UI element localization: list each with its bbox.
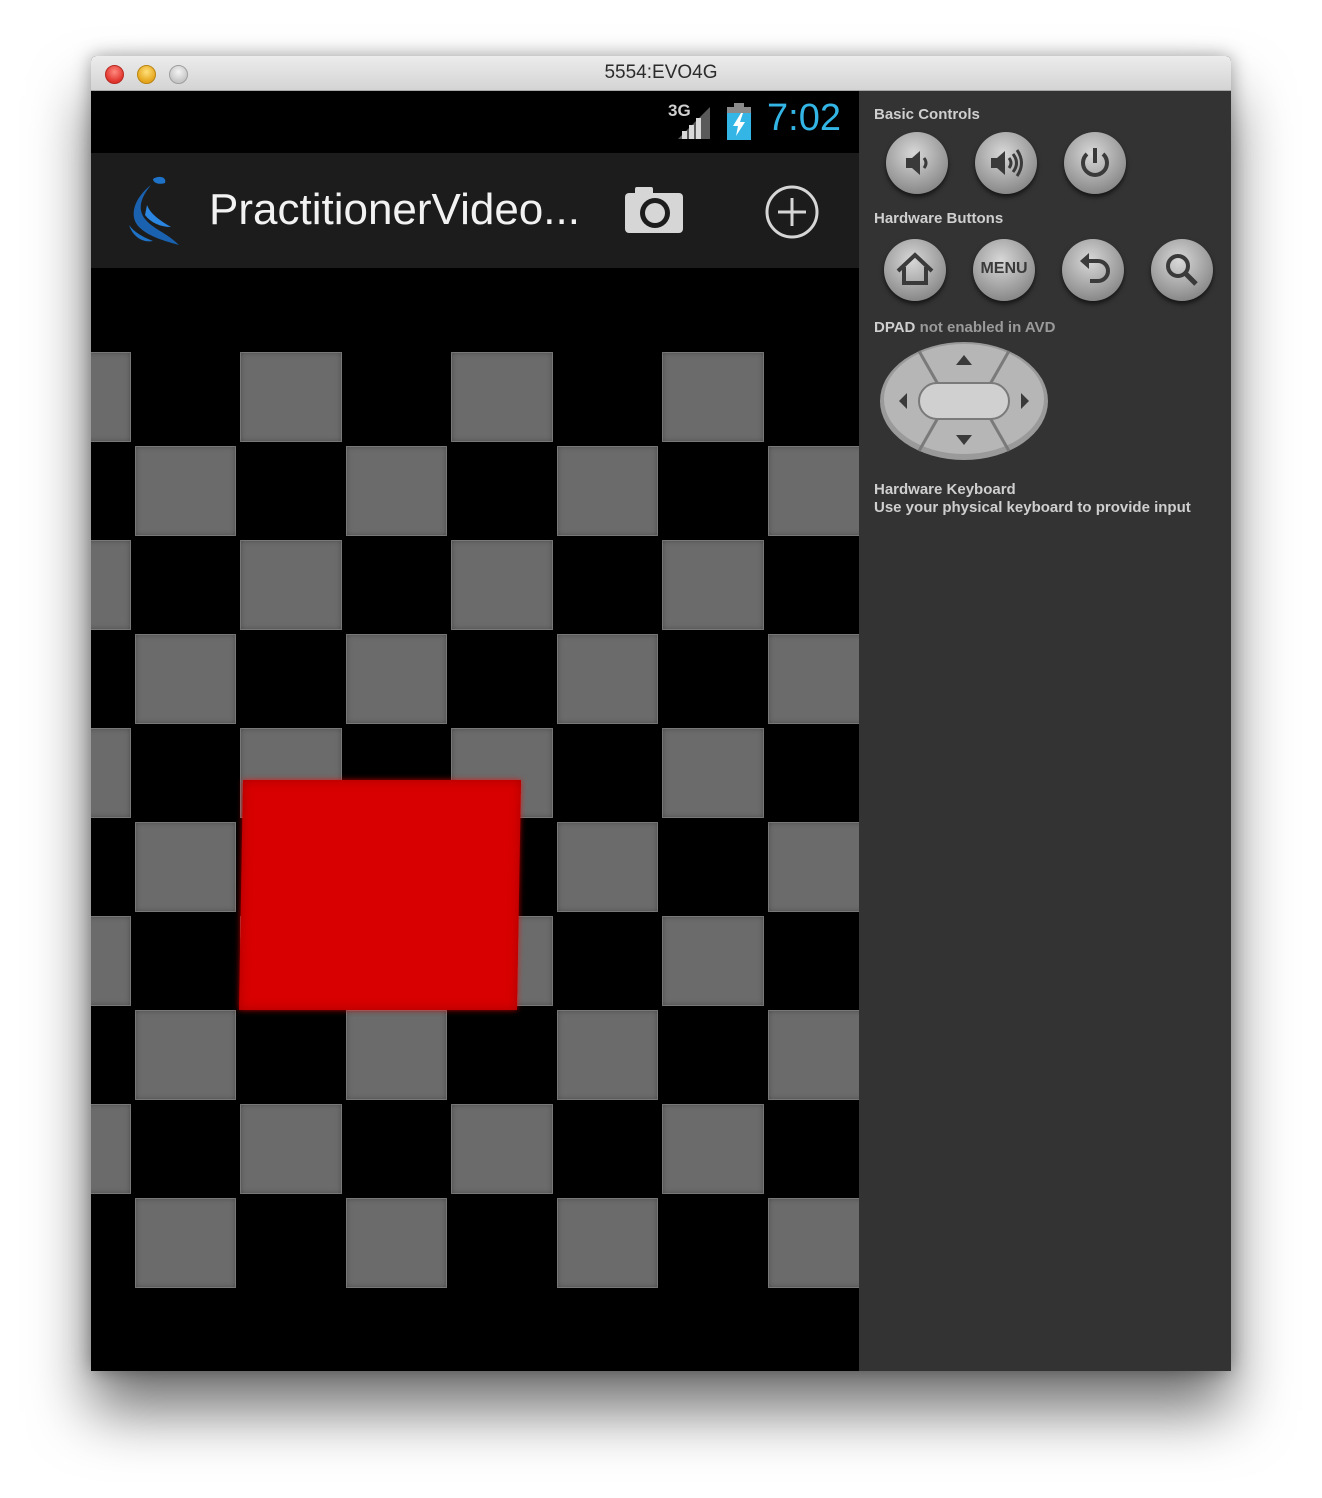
checker-square bbox=[134, 1198, 236, 1288]
camera-icon[interactable] bbox=[621, 181, 691, 241]
volume-down-button[interactable] bbox=[886, 132, 948, 194]
window-titlebar[interactable]: 5554:EVO4G bbox=[91, 56, 1231, 91]
hardware-keyboard-label: Hardware Keyboard bbox=[874, 481, 1016, 498]
hardware-buttons-label: Hardware Buttons bbox=[874, 210, 1004, 227]
zoom-window-button[interactable] bbox=[169, 65, 188, 84]
window-title: 5554:EVO4G bbox=[604, 62, 718, 83]
checker-square bbox=[451, 540, 553, 630]
checker-square bbox=[134, 634, 236, 724]
checker-square bbox=[91, 1104, 131, 1194]
menu-button[interactable]: MENU bbox=[973, 239, 1035, 301]
checker-square bbox=[240, 540, 342, 630]
volume-down-icon bbox=[906, 151, 928, 175]
checker-square bbox=[134, 1010, 236, 1100]
add-icon[interactable] bbox=[761, 181, 823, 243]
checkerboard-pattern bbox=[91, 350, 859, 1290]
checker-square bbox=[662, 352, 764, 442]
search-icon bbox=[1166, 254, 1198, 286]
checker-square bbox=[662, 916, 764, 1006]
checker-square bbox=[556, 634, 658, 724]
checker-square bbox=[556, 446, 658, 536]
battery-charging-icon bbox=[727, 103, 751, 140]
checker-square bbox=[767, 446, 859, 536]
dpad-control[interactable] bbox=[879, 341, 1049, 461]
emulator-controls-panel: Basic Controls Hardware Buttons MENU DPA… bbox=[859, 91, 1231, 1371]
checker-square bbox=[556, 1198, 658, 1288]
checker-square bbox=[240, 352, 342, 442]
dpad-label-text: DPAD bbox=[874, 319, 916, 336]
hardware-keyboard-hint: Use your physical keyboard to provide in… bbox=[874, 499, 1191, 516]
checker-square bbox=[556, 1010, 658, 1100]
status-bar: 3G 7:02 bbox=[91, 91, 859, 153]
basic-controls-label: Basic Controls bbox=[874, 106, 980, 123]
checker-square bbox=[767, 1198, 859, 1288]
checker-square bbox=[91, 540, 131, 630]
checker-square bbox=[345, 1198, 447, 1288]
search-button[interactable] bbox=[1151, 239, 1213, 301]
emulator-window: 5554:EVO4G 3G 7:02 PractitionerVideo... … bbox=[91, 56, 1231, 1371]
checker-square bbox=[662, 728, 764, 818]
app-logo-icon[interactable] bbox=[123, 175, 185, 247]
checker-square bbox=[767, 822, 859, 912]
checker-square bbox=[91, 352, 131, 442]
checker-square bbox=[451, 352, 553, 442]
checker-square bbox=[134, 822, 236, 912]
checker-square bbox=[134, 446, 236, 536]
checker-square bbox=[451, 1104, 553, 1194]
video-preview[interactable] bbox=[91, 268, 859, 1371]
power-icon bbox=[1081, 148, 1109, 177]
power-button[interactable] bbox=[1064, 132, 1126, 194]
minimize-window-button[interactable] bbox=[137, 65, 156, 84]
checker-square bbox=[556, 822, 658, 912]
checker-square bbox=[662, 540, 764, 630]
home-icon bbox=[896, 252, 934, 285]
action-bar: PractitionerVideo... bbox=[91, 153, 859, 268]
status-clock: 7:02 bbox=[767, 97, 841, 139]
volume-up-button[interactable] bbox=[975, 132, 1037, 194]
red-square bbox=[238, 780, 522, 1010]
volume-up-icon bbox=[991, 149, 1023, 177]
dpad-status: not enabled in AVD bbox=[919, 319, 1056, 336]
checker-square bbox=[345, 1010, 447, 1100]
home-button[interactable] bbox=[884, 239, 946, 301]
signal-icon bbox=[678, 107, 710, 139]
checker-square bbox=[91, 728, 131, 818]
checker-square bbox=[345, 634, 447, 724]
device-screen[interactable]: 3G 7:02 PractitionerVideo... bbox=[91, 91, 859, 1371]
checker-square bbox=[91, 916, 131, 1006]
checker-square bbox=[767, 1010, 859, 1100]
checker-square bbox=[662, 1104, 764, 1194]
checker-square bbox=[345, 446, 447, 536]
menu-button-label: MENU bbox=[980, 260, 1028, 277]
back-icon bbox=[1080, 253, 1110, 283]
back-button[interactable] bbox=[1062, 239, 1124, 301]
app-title: PractitionerVideo... bbox=[209, 185, 580, 234]
close-window-button[interactable] bbox=[105, 65, 124, 84]
dpad-label: DPAD not enabled in AVD bbox=[874, 319, 1055, 336]
checker-square bbox=[240, 1104, 342, 1194]
checker-square bbox=[767, 634, 859, 724]
